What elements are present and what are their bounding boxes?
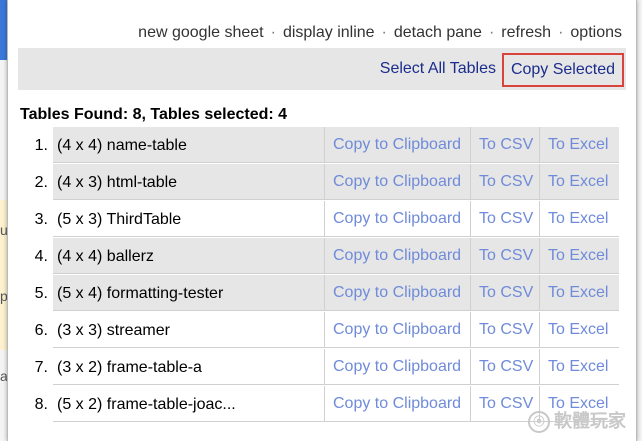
to-csv-link[interactable]: To CSV bbox=[470, 164, 534, 199]
to-csv-link[interactable]: To CSV bbox=[470, 386, 534, 421]
copy-to-clipboard-link[interactable]: Copy to Clipboard bbox=[324, 275, 471, 310]
options-link[interactable]: options bbox=[570, 24, 622, 41]
tables-summary: Tables Found: 8, Tables selected: 4 bbox=[20, 106, 288, 123]
copy-to-clipboard-link[interactable]: Copy to Clipboard bbox=[324, 312, 471, 347]
table-row-cell[interactable]: (4 x 4) name-table Copy to Clipboard To CS… bbox=[53, 127, 619, 163]
table-row-number: 4. bbox=[34, 248, 48, 265]
detach-pane-link[interactable]: detach pane bbox=[394, 24, 482, 41]
table-row[interactable]: 4. (4 x 4) ballerz Copy to Clipboard To CSV… bbox=[8, 238, 636, 275]
pane-links: new google sheet · display inline · detach p… bbox=[138, 24, 622, 42]
table-row-name: (3 x 2) frame-table-a bbox=[57, 359, 202, 376]
watermark-logo-icon: ⓔ bbox=[528, 411, 550, 433]
table-row[interactable]: 5. (5 x 4) formatting-tester Copy to Clipb… bbox=[8, 275, 636, 312]
to-excel-link[interactable]: To Excel bbox=[539, 127, 620, 162]
copy-to-clipboard-link[interactable]: Copy to Clipboard bbox=[324, 164, 471, 199]
table-row-number: 1. bbox=[34, 137, 48, 154]
copy-to-clipboard-link[interactable]: Copy to Clipboard bbox=[324, 349, 471, 384]
table-row-name: (4 x 4) ballerz bbox=[57, 248, 154, 265]
watermark: ⓔ 軟體玩家 bbox=[528, 407, 626, 433]
to-csv-link[interactable]: To CSV bbox=[470, 275, 534, 310]
table-row-cell[interactable]: (4 x 4) ballerz Copy to Clipboard To CSV To… bbox=[53, 238, 619, 274]
table-row-name: (5 x 2) frame-table-joac... bbox=[57, 396, 236, 413]
table-row-number: 5. bbox=[34, 285, 48, 302]
select-all-tables-button[interactable]: Select All Tables bbox=[380, 60, 496, 78]
table-row-number: 8. bbox=[34, 396, 48, 413]
table-row-number: 2. bbox=[34, 174, 48, 191]
to-excel-link[interactable]: To Excel bbox=[539, 312, 620, 347]
table-row-cell[interactable]: (4 x 3) html-table Copy to Clipboard To CS… bbox=[53, 164, 619, 200]
copy-to-clipboard-link[interactable]: Copy to Clipboard bbox=[324, 386, 471, 421]
link-separator: · bbox=[488, 24, 495, 41]
toolbar: Select All Tables Copy Selected bbox=[18, 48, 626, 90]
copy-to-clipboard-link[interactable]: Copy to Clipboard bbox=[324, 127, 471, 162]
to-csv-link[interactable]: To CSV bbox=[470, 312, 534, 347]
table-row-name: (4 x 4) name-table bbox=[57, 137, 187, 154]
to-csv-link[interactable]: To CSV bbox=[470, 349, 534, 384]
table-row[interactable]: 1. (4 x 4) name-table Copy to Clipboard To … bbox=[8, 127, 636, 164]
to-excel-link[interactable]: To Excel bbox=[539, 349, 620, 384]
link-separator: · bbox=[381, 24, 387, 41]
to-csv-link[interactable]: To CSV bbox=[470, 201, 534, 236]
table-row[interactable]: 7. (3 x 2) frame-table-a Copy to Clipboard… bbox=[8, 349, 636, 386]
to-excel-link[interactable]: To Excel bbox=[539, 275, 620, 310]
table-row-cell[interactable]: (5 x 3) ThirdTable Copy to Clipboard To CS… bbox=[53, 201, 619, 237]
table-row[interactable]: 3. (5 x 3) ThirdTable Copy to Clipboard To … bbox=[8, 201, 636, 238]
refresh-link[interactable]: refresh bbox=[501, 24, 551, 41]
table-row-number: 3. bbox=[34, 211, 48, 228]
table-row-name: (5 x 3) ThirdTable bbox=[57, 211, 182, 228]
link-separator: · bbox=[558, 24, 564, 41]
copy-to-clipboard-link[interactable]: Copy to Clipboard bbox=[324, 201, 471, 236]
table-row[interactable]: 2. (4 x 3) html-table Copy to Clipboard To … bbox=[8, 164, 636, 201]
display-inline-link[interactable]: display inline bbox=[283, 24, 375, 41]
to-csv-link[interactable]: To CSV bbox=[470, 127, 534, 162]
table-row[interactable]: 6. (3 x 3) streamer Copy to Clipboard To CS… bbox=[8, 312, 636, 349]
to-csv-link[interactable]: To CSV bbox=[470, 238, 534, 273]
copy-to-clipboard-link[interactable]: Copy to Clipboard bbox=[324, 238, 471, 273]
to-excel-link[interactable]: To Excel bbox=[539, 238, 620, 273]
watermark-text: 軟體玩家 bbox=[554, 410, 626, 431]
table-row-cell[interactable]: (3 x 3) streamer Copy to Clipboard To CSV T… bbox=[53, 312, 619, 348]
table-row-number: 7. bbox=[34, 359, 48, 376]
table-row-cell[interactable]: (5 x 4) formatting-tester Copy to Clipboa… bbox=[53, 275, 619, 311]
table-row-number: 6. bbox=[34, 322, 48, 339]
link-separator: · bbox=[270, 24, 276, 41]
table-row-name: (5 x 4) formatting-tester bbox=[57, 285, 224, 302]
new-google-sheet-link[interactable]: new google sheet bbox=[138, 24, 263, 41]
table-capture-pane: new google sheet · display inline · detach p… bbox=[7, 0, 637, 441]
to-excel-link[interactable]: To Excel bbox=[539, 164, 620, 199]
to-excel-link[interactable]: To Excel bbox=[539, 201, 620, 236]
copy-selected-button[interactable]: Copy Selected bbox=[501, 53, 624, 87]
table-row-name: (4 x 3) html-table bbox=[57, 174, 178, 191]
table-row-cell[interactable]: (3 x 2) frame-table-a Copy to Clipboard To… bbox=[53, 349, 619, 385]
table-row-name: (3 x 3) streamer bbox=[57, 322, 170, 339]
